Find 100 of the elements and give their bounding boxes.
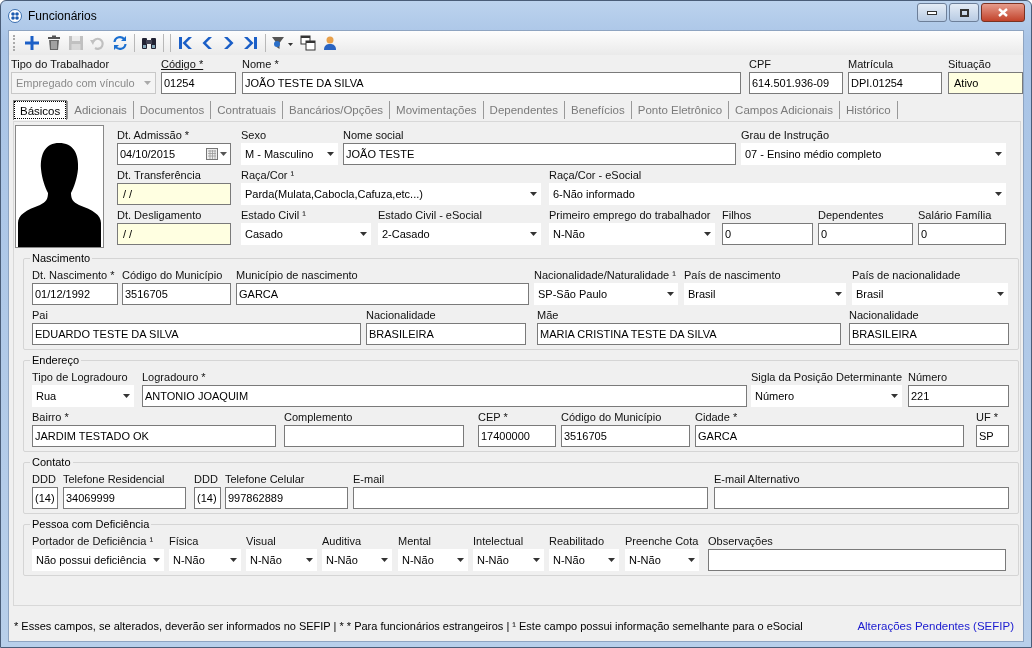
dropdown[interactable]: Número xyxy=(751,385,902,407)
field-label: CPF xyxy=(749,57,771,72)
tab[interactable]: Dependentes xyxy=(483,100,564,120)
text-field[interactable]: 997862889 xyxy=(225,487,348,509)
text-field[interactable]: 221 xyxy=(908,385,1009,407)
field-label: Portador de Deficiência ¹ xyxy=(32,534,154,549)
tab[interactable]: Benefícios xyxy=(565,100,631,120)
field-label: Dt. Desligamento xyxy=(117,208,202,223)
text-field[interactable]: Ativo xyxy=(948,72,1023,94)
text-field[interactable]: 01/12/1992 xyxy=(32,283,118,305)
field-label: Estado Civil - eSocial xyxy=(378,208,482,223)
field-label: Raça/Cor ¹ xyxy=(241,168,295,183)
text-field[interactable]: GARCA xyxy=(695,425,964,447)
text-field[interactable]: BRASILEIRA xyxy=(849,323,1009,345)
text-field[interactable]: SP xyxy=(976,425,1009,447)
text-field[interactable] xyxy=(714,487,1009,509)
tab[interactable]: Movimentações xyxy=(390,100,483,120)
dropdown[interactable]: Brasil xyxy=(852,283,1008,305)
date-field[interactable]: 04/10/2015 xyxy=(117,143,231,165)
text-field[interactable]: JARDIM TESTADO OK xyxy=(32,425,276,447)
field-label: Visual xyxy=(246,534,276,549)
tab[interactable]: Contratuais xyxy=(211,100,283,120)
caret-icon xyxy=(360,232,367,236)
dropdown[interactable]: 07 - Ensino médio completo xyxy=(741,143,1006,165)
field-label: E-mail Alternativo xyxy=(714,472,800,487)
tab[interactable]: Ponto Eletrônico xyxy=(631,100,729,120)
field-label: Nome social xyxy=(343,128,404,143)
text-field[interactable]: MARIA CRISTINA TESTE DA SILVA xyxy=(537,323,841,345)
field-label: País de nascimento xyxy=(684,268,781,283)
dropdown[interactable]: N-Não xyxy=(322,549,392,571)
dropdown[interactable]: N-Não xyxy=(473,549,544,571)
close-button[interactable] xyxy=(981,3,1025,22)
field-label: E-mail xyxy=(353,472,385,487)
dropdown[interactable]: SP-São Paulo xyxy=(534,283,678,305)
calendar-icon[interactable] xyxy=(206,148,228,160)
tab[interactable]: Básicos xyxy=(13,100,68,120)
caret-icon xyxy=(381,558,388,562)
maximize-button[interactable] xyxy=(949,3,979,22)
text-field[interactable]: 17400000 xyxy=(478,425,556,447)
tab[interactable]: Histórico xyxy=(839,100,897,120)
text-field[interactable]: 3516705 xyxy=(122,283,231,305)
text-field[interactable]: JOÃO TESTE DA SILVA xyxy=(242,72,741,94)
field-label: Preenche Cota xyxy=(625,534,699,549)
dropdown[interactable]: N-Não xyxy=(549,549,619,571)
tab[interactable]: Adicionais xyxy=(68,100,133,120)
pending-changes-link[interactable]: Alterações Pendentes (SEFIP) xyxy=(857,620,1014,632)
text-field[interactable]: 0 xyxy=(918,223,1006,245)
text-field[interactable]: 614.501.936-09 xyxy=(749,72,843,94)
tab[interactable]: Documentos xyxy=(133,100,211,120)
dropdown[interactable]: N-Não xyxy=(246,549,317,571)
text-field[interactable]: 0 xyxy=(818,223,913,245)
caret-icon xyxy=(123,394,130,398)
caret-icon xyxy=(230,558,237,562)
text-field[interactable] xyxy=(708,549,1006,571)
dropdown[interactable]: 2-Casado xyxy=(378,223,541,245)
text-field[interactable]: (14) xyxy=(32,487,58,509)
field-label: Bairro * xyxy=(32,410,69,425)
dropdown[interactable]: Parda(Mulata,Cabocla,Cafuza,etc...) xyxy=(241,183,541,205)
text-field[interactable]: / / xyxy=(117,223,231,245)
text-field[interactable] xyxy=(353,487,708,509)
tab[interactable]: Campos Adicionais xyxy=(729,100,839,120)
tab[interactable]: Bancários/Opções xyxy=(283,100,390,120)
field-label: Dt. Admissão * xyxy=(117,128,190,143)
dropdown[interactable]: Rua xyxy=(32,385,134,407)
dropdown[interactable]: N-Não xyxy=(398,549,468,571)
field-label: Telefone Residencial xyxy=(63,472,165,487)
field-label: Tipo de Logradouro xyxy=(32,370,128,385)
caret-icon xyxy=(530,232,537,236)
field-label: Filhos xyxy=(722,208,752,223)
group-title: Endereço xyxy=(30,353,82,368)
close-icon xyxy=(998,8,1008,17)
field-label: Intelectual xyxy=(473,534,524,549)
text-field[interactable]: 3516705 xyxy=(561,425,690,447)
app-icon xyxy=(8,8,22,23)
dropdown[interactable]: N-Não xyxy=(169,549,241,571)
dropdown[interactable]: Casado xyxy=(241,223,371,245)
text-field[interactable]: DPI.01254 xyxy=(848,72,942,94)
field-label: DDD xyxy=(194,472,218,487)
text-field[interactable]: BRASILEIRA xyxy=(366,323,526,345)
text-field[interactable]: (14) xyxy=(194,487,221,509)
caret-icon xyxy=(688,558,695,562)
dropdown[interactable]: N-Não xyxy=(625,549,699,571)
copy-icon[interactable] xyxy=(297,32,319,54)
minimize-button[interactable] xyxy=(917,3,947,22)
text-field[interactable]: GARCA xyxy=(236,283,529,305)
text-field[interactable]: ANTONIO JOAQUIM xyxy=(142,385,747,407)
text-field[interactable]: 0 xyxy=(722,223,813,245)
dropdown[interactable]: Não possui deficiência xyxy=(32,549,164,571)
text-field[interactable]: 01254 xyxy=(161,72,236,94)
dropdown[interactable]: 6-Não informado xyxy=(549,183,1006,205)
text-field[interactable]: / / xyxy=(117,183,231,205)
text-field[interactable]: JOÃO TESTE xyxy=(343,143,736,165)
text-field[interactable]: 34069999 xyxy=(63,487,186,509)
dropdown[interactable]: N-Não xyxy=(549,223,715,245)
text-field[interactable]: EDUARDO TESTE DA SILVA xyxy=(32,323,361,345)
dropdown[interactable]: Brasil xyxy=(684,283,846,305)
dropdown[interactable]: M - Masculino xyxy=(241,143,338,165)
text-field[interactable] xyxy=(284,425,464,447)
field-label: Nacionalidade/Naturalidade ¹ xyxy=(534,268,676,283)
field-label: Mãe xyxy=(537,308,559,323)
